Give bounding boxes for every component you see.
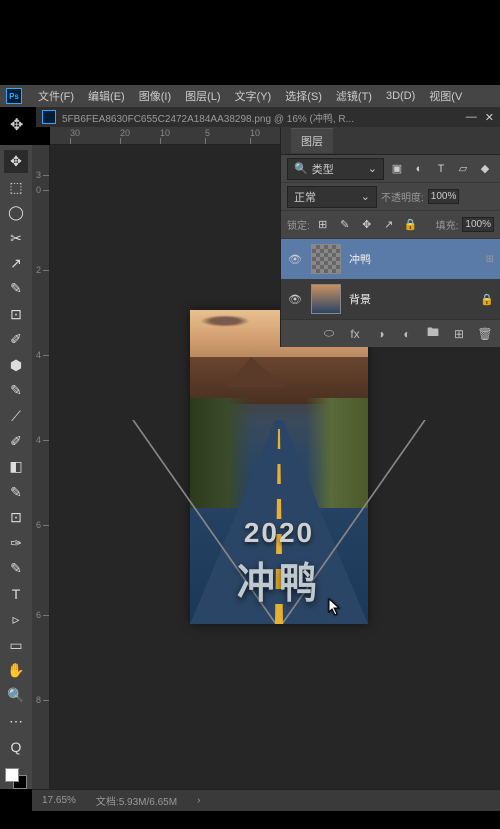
layer-row[interactable]: 👁 背景 🔒 <box>281 279 500 319</box>
artwork-trees-left <box>190 398 252 508</box>
artwork-cn-text: 冲鸭 <box>190 549 368 610</box>
layer-filter-row: 🔍 类型 ⌄ ▣ ◐ T ▱ ◆ <box>281 155 500 183</box>
status-bar: 17.65% 文档:5.93M/6.65M › <box>32 789 500 811</box>
filter-image-icon[interactable]: ▣ <box>388 160 406 178</box>
tool-15[interactable]: ✑ <box>4 532 28 555</box>
artwork-year-text: 2020 <box>190 517 368 549</box>
search-icon: 🔍 <box>294 162 308 175</box>
tool-13[interactable]: ✎ <box>4 481 28 504</box>
layer-mask-button[interactable]: ◑ <box>372 325 390 343</box>
tool-1[interactable]: ⬚ <box>4 175 28 198</box>
tool-23[interactable]: Q <box>4 735 28 758</box>
tool-5[interactable]: ✎ <box>4 277 28 300</box>
visibility-toggle[interactable]: 👁 <box>287 293 303 306</box>
lock-label: 锁定: <box>287 217 310 232</box>
menu-edit[interactable]: 编辑(E) <box>82 86 131 106</box>
tool-21[interactable]: 🔍 <box>4 684 28 707</box>
tool-11[interactable]: ✐ <box>4 430 28 453</box>
zoom-level[interactable]: 17.65% <box>42 795 76 806</box>
filter-shape-icon[interactable]: ▱ <box>454 160 472 178</box>
filter-text-icon[interactable]: T <box>432 160 450 178</box>
tool-16[interactable]: ✎ <box>4 557 28 580</box>
tool-20[interactable]: ✋ <box>4 659 28 682</box>
tool-9[interactable]: ✎ <box>4 379 28 402</box>
layers-tab[interactable]: 图层 <box>291 128 333 153</box>
tool-2[interactable]: ◯ <box>4 201 28 224</box>
lock-position-button[interactable]: ✥ <box>358 216 376 234</box>
filter-kind-select[interactable]: 🔍 类型 ⌄ <box>287 158 384 180</box>
opacity-value-input[interactable]: 100% <box>428 189 460 204</box>
delete-layer-button[interactable]: 🗑 <box>476 325 494 343</box>
lock-brush-button[interactable]: ✎ <box>336 216 354 234</box>
filter-adjust-icon[interactable]: ◐ <box>410 160 428 178</box>
menu-view[interactable]: 视图(V <box>423 86 468 106</box>
chevron-down-icon: ⌄ <box>368 162 377 175</box>
blend-opacity-row: 正常 ⌄ 不透明度: 100% <box>281 183 500 211</box>
tool-19[interactable]: ▭ <box>4 633 28 656</box>
new-layer-button[interactable]: ⊞ <box>450 325 468 343</box>
panel-tab-bar: 图层 <box>281 127 500 155</box>
layers-list: 👁 冲鸭 ⊞ 👁 背景 🔒 <box>281 239 500 319</box>
artwork-trees-right <box>306 398 368 508</box>
fill-value-input[interactable]: 100% <box>462 217 494 232</box>
filter-smart-icon[interactable]: ◆ <box>476 160 494 178</box>
lock-artboard-button[interactable]: ↗ <box>380 216 398 234</box>
tool-17[interactable]: T <box>4 582 28 605</box>
lock-icon: 🔒 <box>480 293 494 306</box>
menu-3d[interactable]: 3D(D) <box>380 88 421 104</box>
layer-thumbnail[interactable] <box>311 244 341 274</box>
lock-transparent-button[interactable]: ⊞ <box>314 216 332 234</box>
tool-22[interactable]: ⋯ <box>4 710 28 733</box>
tool-7[interactable]: ✐ <box>4 328 28 351</box>
blend-mode-select[interactable]: 正常 ⌄ <box>287 186 377 208</box>
document-tab-bar: 5FB6FEA8630FC655C2472A184AA38298.png @ 1… <box>36 107 500 127</box>
group-button[interactable]: 🖿 <box>424 325 442 343</box>
window-close-button[interactable]: ✕ <box>485 111 494 124</box>
layer-thumbnail[interactable] <box>311 284 341 314</box>
lock-all-button[interactable]: 🔒 <box>402 216 420 234</box>
opacity-label: 不透明度: <box>381 189 424 204</box>
document-canvas[interactable]: 2020 冲鸭 <box>190 310 368 624</box>
window-minimize-button[interactable]: — <box>466 111 477 124</box>
doc-icon <box>42 110 56 124</box>
visibility-toggle[interactable]: 👁 <box>287 253 303 266</box>
tool-18[interactable]: ▹ <box>4 608 28 631</box>
lock-fill-row: 锁定: ⊞ ✎ ✥ ↗ 🔒 填充: 100% <box>281 211 500 239</box>
layer-name[interactable]: 背景 <box>349 291 472 307</box>
menu-text[interactable]: 文字(Y) <box>229 86 278 106</box>
tool-palette: ✥⬚◯✂↗✎⊡✐⬢✎⟋✐◧✎⊡✑✎T▹▭✋🔍⋯Q <box>0 145 32 789</box>
layer-name[interactable]: 冲鸭 <box>349 251 478 267</box>
menu-file[interactable]: 文件(F) <box>32 86 80 106</box>
menu-image[interactable]: 图像(I) <box>133 86 177 106</box>
status-arrow-icon[interactable]: › <box>197 795 200 806</box>
layer-fx-button[interactable]: fx <box>346 325 364 343</box>
doc-size[interactable]: 文档:5.93M/6.65M <box>96 793 177 808</box>
tool-0[interactable]: ✥ <box>4 150 28 173</box>
menu-layer[interactable]: 图层(L) <box>179 86 226 106</box>
link-layers-button[interactable]: ⬭ <box>320 325 338 343</box>
vertical-ruler[interactable]: 30244668 <box>32 145 50 789</box>
color-swatch[interactable] <box>5 768 27 789</box>
adjustment-layer-button[interactable]: ◐ <box>398 325 416 343</box>
fill-label: 填充: <box>436 217 459 232</box>
menu-select[interactable]: 选择(S) <box>279 86 328 106</box>
layers-panel-footer: ⬭ fx ◑ ◐ 🖿 ⊞ 🗑 <box>281 319 500 347</box>
app-icon: Ps <box>6 88 22 104</box>
chevron-down-icon: ⌄ <box>361 190 370 203</box>
tool-8[interactable]: ⬢ <box>4 354 28 377</box>
main-menu-bar: Ps 文件(F) 编辑(E) 图像(I) 图层(L) 文字(Y) 选择(S) 滤… <box>0 85 500 107</box>
tool-4[interactable]: ↗ <box>4 252 28 275</box>
tool-12[interactable]: ◧ <box>4 455 28 478</box>
tool-3[interactable]: ✂ <box>4 226 28 249</box>
tool-6[interactable]: ⊡ <box>4 303 28 326</box>
layer-row[interactable]: 👁 冲鸭 ⊞ <box>281 239 500 279</box>
tool-14[interactable]: ⊡ <box>4 506 28 529</box>
menu-filter[interactable]: 滤镜(T) <box>330 86 378 106</box>
move-tool-indicator: ✥ <box>10 115 23 135</box>
layers-panel: 图层 🔍 类型 ⌄ ▣ ◐ T ▱ ◆ 正常 ⌄ 不透明度: 100% 锁定: … <box>280 127 500 347</box>
tool-10[interactable]: ⟋ <box>4 404 28 427</box>
document-title[interactable]: 5FB6FEA8630FC655C2472A184AA38298.png @ 1… <box>62 110 354 125</box>
layer-link-icon[interactable]: ⊞ <box>486 254 494 265</box>
